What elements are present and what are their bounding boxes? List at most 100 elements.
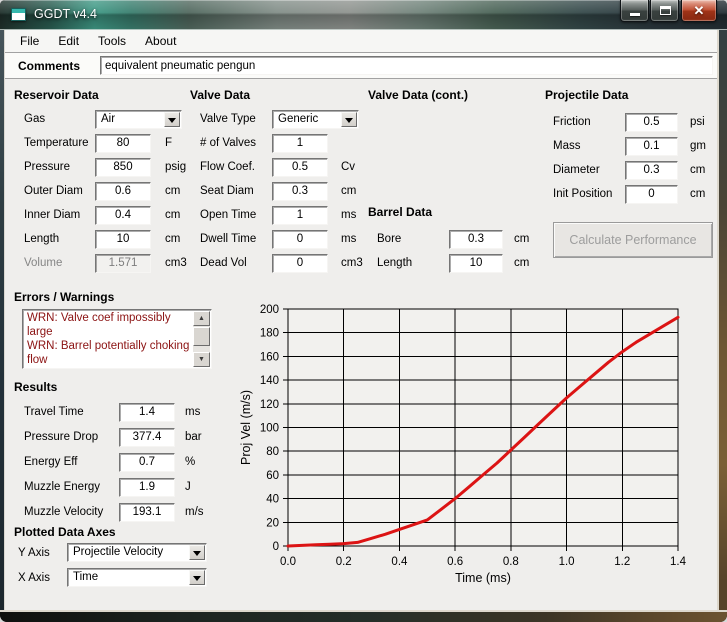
projectile-data-header: Projectile Data <box>545 88 628 102</box>
chevron-down-icon[interactable] <box>189 570 205 585</box>
svg-text:Time (ms): Time (ms) <box>455 571 511 585</box>
svg-text:0.6: 0.6 <box>447 556 463 568</box>
reservoir-gas-label: Gas <box>24 113 45 125</box>
svg-text:20: 20 <box>266 517 279 529</box>
valve-flow-coef-label: Flow Coef. <box>200 161 255 173</box>
title-bar[interactable]: GGDT v4.4 ✕ <box>0 0 727 30</box>
close-button[interactable]: ✕ <box>681 0 717 22</box>
maximize-icon <box>660 6 671 15</box>
svg-text:0: 0 <box>273 541 279 553</box>
barrel-bore-label: Bore <box>377 233 401 245</box>
svg-text:0.2: 0.2 <box>336 556 352 568</box>
valve-dwell-time-field[interactable]: 0 <box>272 230 328 249</box>
reservoir-volume-label: Volume <box>24 257 62 269</box>
svg-text:0.0: 0.0 <box>280 556 296 568</box>
results-muzzle-energy-unit: J <box>185 481 191 493</box>
warning-item[interactable]: WRN: Barrel choking flow <box>27 367 191 369</box>
reservoir-pressure-field[interactable]: 850 <box>95 158 151 177</box>
barrel-bore-unit: cm <box>514 233 529 245</box>
results-muzzle-velocity-label: Muzzle Velocity <box>24 506 103 518</box>
valve-data-cont-header: Valve Data (cont.) <box>368 88 468 102</box>
menu-about[interactable]: About <box>139 32 182 50</box>
projectile-init-position-field[interactable]: 0 <box>625 185 678 204</box>
comments-input[interactable] <box>100 56 713 75</box>
valve-seat-diam-unit: cm <box>341 185 356 197</box>
errors-warnings-list[interactable]: WRN: Valve coef impossibly largeWRN: Bar… <box>22 309 212 369</box>
barrel-bore-field[interactable]: 0.3 <box>449 230 503 249</box>
menu-file[interactable]: File <box>14 32 45 50</box>
valve-of-valves-field[interactable]: 1 <box>272 134 328 153</box>
barrel-data-header: Barrel Data <box>368 205 432 219</box>
app-window: GGDT v4.4 ✕ FileEditToolsAbout Comments … <box>0 0 727 622</box>
valve-dwell-time-unit: ms <box>341 233 356 245</box>
svg-text:1.2: 1.2 <box>614 556 630 568</box>
x-axis-combo[interactable]: Time <box>67 568 207 587</box>
results-muzzle-velocity-unit: m/s <box>185 506 204 518</box>
reservoir-inner-diam-field[interactable]: 0.4 <box>95 206 151 225</box>
chevron-down-icon[interactable] <box>164 112 180 127</box>
valve-valve-type-combo[interactable]: Generic <box>272 110 359 129</box>
maximize-button[interactable] <box>650 0 679 22</box>
reservoir-length-label: Length <box>24 233 59 245</box>
results-energy-eff-field[interactable]: 0.7 <box>119 453 175 472</box>
projectile-mass-field[interactable]: 0.1 <box>625 137 678 156</box>
minimize-icon <box>630 13 640 16</box>
scroll-down-icon[interactable]: ▼ <box>193 352 210 367</box>
results-header: Results <box>14 380 57 394</box>
menu-edit[interactable]: Edit <box>52 32 85 50</box>
y-axis-combo[interactable]: Projectile Velocity <box>67 543 207 562</box>
svg-text:0.4: 0.4 <box>391 556 408 568</box>
reservoir-length-unit: cm <box>165 233 180 245</box>
barrel-length-field[interactable]: 10 <box>449 254 503 273</box>
reservoir-inner-diam-label: Inner Diam <box>24 209 80 221</box>
reservoir-temperature-field[interactable]: 80 <box>95 134 151 153</box>
results-muzzle-energy-field[interactable]: 1.9 <box>119 478 175 497</box>
warning-item[interactable]: WRN: Valve coef impossibly large <box>27 311 191 339</box>
valve-dead-vol-field[interactable]: 0 <box>272 254 328 273</box>
chevron-down-icon[interactable] <box>189 545 205 560</box>
chevron-down-icon[interactable] <box>341 112 357 127</box>
minimize-button[interactable] <box>620 0 649 22</box>
reservoir-temperature-label: Temperature <box>24 137 89 149</box>
valve-of-valves-label: # of Valves <box>200 137 256 149</box>
projectile-diameter-label: Diameter <box>553 164 600 176</box>
scroll-up-icon[interactable]: ▲ <box>193 311 210 326</box>
reservoir-gas-combo[interactable]: Air <box>95 110 182 129</box>
reservoir-outer-diam-label: Outer Diam <box>24 185 83 197</box>
results-pressure-drop-field[interactable]: 377.4 <box>119 428 175 447</box>
scrollbar-thumb[interactable] <box>193 327 210 346</box>
projectile-diameter-field[interactable]: 0.3 <box>625 161 678 180</box>
valve-flow-coef-field[interactable]: 0.5 <box>272 158 328 177</box>
valve-seat-diam-field[interactable]: 0.3 <box>272 182 328 201</box>
reservoir-temperature-unit: F <box>165 137 172 149</box>
barrel-length-label: Length <box>377 257 412 269</box>
results-pressure-drop-label: Pressure Drop <box>24 431 98 443</box>
projectile-friction-unit: psi <box>690 116 705 128</box>
menu-tools[interactable]: Tools <box>92 32 132 50</box>
svg-text:1.4: 1.4 <box>670 556 687 568</box>
valve-dwell-time-label: Dwell Time <box>200 233 256 245</box>
valve-valve-type-label: Valve Type <box>200 113 256 125</box>
warning-item[interactable]: WRN: Barrel potentially choking flow <box>27 339 191 367</box>
valve-dead-vol-unit: cm3 <box>341 257 363 269</box>
valve-open-time-field[interactable]: 1 <box>272 206 328 225</box>
results-muzzle-velocity-field[interactable]: 193.1 <box>119 503 175 522</box>
valve-seat-diam-label: Seat Diam <box>200 185 254 197</box>
reservoir-outer-diam-field[interactable]: 0.6 <box>95 182 151 201</box>
valve-open-time-label: Open Time <box>200 209 256 221</box>
results-travel-time-field[interactable]: 1.4 <box>119 403 175 422</box>
x-axis-combo-value: Time <box>73 571 98 583</box>
svg-text:1.0: 1.0 <box>559 556 575 568</box>
errors-scrollbar[interactable]: ▲ ▼ <box>193 311 210 367</box>
valve-data-header: Valve Data <box>190 88 250 102</box>
svg-text:40: 40 <box>266 494 279 506</box>
reservoir-volume-field: 1.571 <box>95 254 151 273</box>
window-border-bottom <box>0 610 727 622</box>
calculate-performance-button[interactable]: Calculate Performance <box>553 222 713 258</box>
reservoir-pressure-label: Pressure <box>24 161 70 173</box>
results-travel-time-unit: ms <box>185 406 200 418</box>
projectile-friction-field[interactable]: 0.5 <box>625 113 678 132</box>
comments-label: Comments <box>18 59 80 73</box>
valve-dead-vol-label: Dead Vol <box>200 257 247 269</box>
reservoir-length-field[interactable]: 10 <box>95 230 151 249</box>
